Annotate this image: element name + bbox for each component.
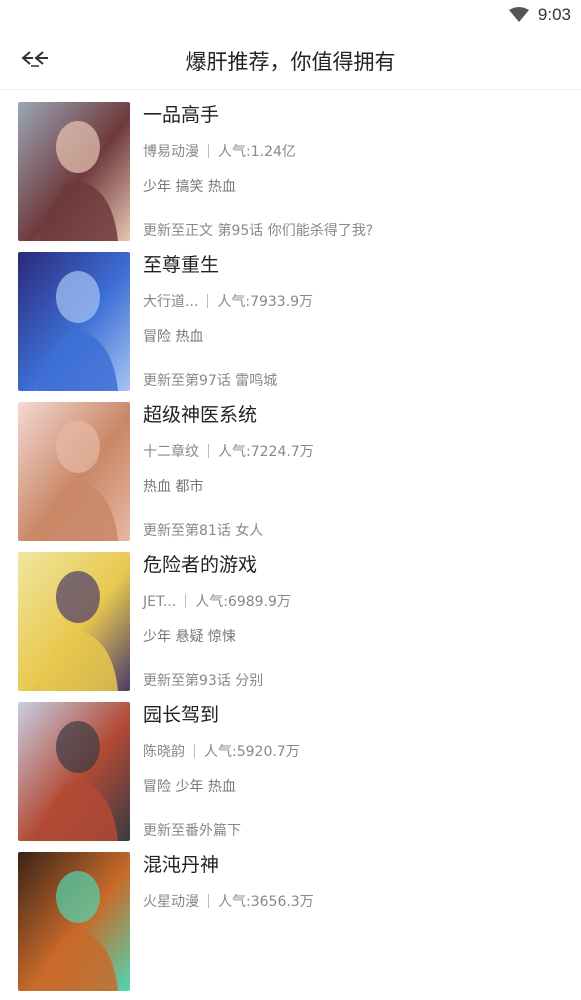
comic-title[interactable]: 至尊重生 [143,250,219,277]
comic-title[interactable]: 危险者的游戏 [143,550,257,577]
comic-popularity: 人气:7933.9万 [217,294,314,310]
comic-tags: 少年 悬疑 惊悚 [143,629,236,645]
comic-popularity: 人气:1.24亿 [218,144,296,160]
comic-popularity: 人气:5920.7万 [204,744,300,760]
comic-list: 一品高手博易动漫 人气:1.24亿少年 搞笑 热血更新至正文 第95话 你们能杀得… [0,100,581,1000]
comic-list-item[interactable]: 一品高手博易动漫 人气:1.24亿少年 搞笑 热血更新至正文 第95话 你们能杀得… [0,100,581,250]
comic-cover-image[interactable] [18,852,130,991]
comic-cover-image[interactable] [18,552,130,691]
comic-meta: 大行道... 人气:7933.9万 [143,291,313,311]
comic-title[interactable]: 超级神医系统 [143,400,257,427]
comic-author: 十二章纹 [143,444,199,460]
comic-popularity: 人气:7224.7万 [218,444,314,460]
meta-divider [185,594,187,608]
comic-meta: 火星动漫 人气:3656.3万 [143,891,314,911]
meta-divider [208,444,209,458]
comic-latest-chapter: 更新至第97话 雷鸣城 [143,373,278,389]
comic-list-item[interactable]: 混沌丹神火星动漫 人气:3656.3万 [0,850,581,1000]
comic-popularity: 人气:6989.9万 [195,594,291,610]
comic-list-item[interactable]: 至尊重生大行道... 人气:7933.9万冒险 热血更新至第97话 雷鸣城 [0,250,581,400]
comic-title[interactable]: 一品高手 [143,100,219,127]
comic-author: 博易动漫 [143,144,199,160]
comic-meta: 陈晓韵 人气:5920.7万 [143,741,300,761]
meta-divider [194,744,195,758]
comic-cover-image[interactable] [18,252,130,391]
page-title: 爆肝推荐，你值得拥有 [185,50,396,74]
wifi-icon [509,7,529,22]
comic-meta: 博易动漫 人气:1.24亿 [143,141,296,161]
status-time: 9:03 [537,5,571,24]
comic-author: 火星动漫 [143,894,199,910]
comic-author: JET... [143,594,177,610]
comic-list-item[interactable]: 超级神医系统十二章纹 人气:7224.7万热血 都市更新至第81话 女人 [0,400,581,550]
meta-divider [207,294,209,308]
comic-author: 陈晓韵 [143,744,185,760]
comic-latest-chapter: 更新至正文 第95话 你们能杀得了我? [143,223,374,239]
comic-author: 大行道... [143,294,199,310]
comic-title[interactable]: 混沌丹神 [143,850,219,877]
comic-cover-image[interactable] [18,402,130,541]
comic-meta: JET... 人气:6989.9万 [143,591,291,611]
comic-latest-chapter: 更新至第81话 女人 [143,523,264,539]
comic-cover-image[interactable] [18,102,130,241]
comic-tags: 冒险 热血 [143,329,204,345]
comic-title[interactable]: 园长驾到 [143,700,219,727]
comic-list-item[interactable]: 危险者的游戏 JET... 人气:6989.9万少年 悬疑 惊悚更新至第93话 分别 [0,550,581,700]
comic-tags: 热血 都市 [143,479,204,495]
comic-popularity: 人气:3656.3万 [218,894,314,910]
comic-latest-chapter: 更新至番外篇下 [143,823,241,839]
comic-latest-chapter: 更新至第93话 分别 [143,673,264,689]
status-bar: 9:03 [0,0,581,33]
meta-divider [208,894,209,908]
meta-divider [208,144,209,158]
top-bar: 爆肝推荐，你值得拥有 [0,33,581,90]
comic-tags: 少年 搞笑 热血 [143,179,236,195]
comic-cover-image[interactable] [18,702,130,841]
comic-tags: 冒险 少年 热血 [143,779,236,795]
comic-list-item[interactable]: 园长驾到陈晓韵 人气:5920.7万冒险 少年 热血 更新至番外篇下 [0,700,581,850]
comic-meta: 十二章纹 人气:7224.7万 [143,441,314,461]
